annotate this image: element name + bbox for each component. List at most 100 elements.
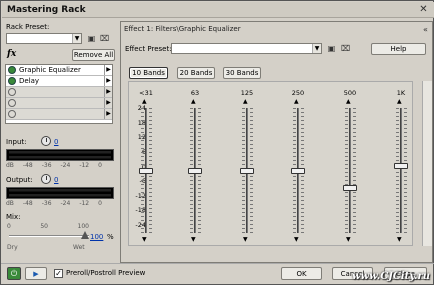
band-frequency-label: <31 [139,89,153,97]
power-icon[interactable] [8,66,16,74]
band-down-arrow-icon[interactable]: ▼ [142,236,147,243]
equalizer-scrollbar[interactable] [422,81,432,246]
band-slider-thumb[interactable] [394,162,408,169]
band-ticks [353,108,356,233]
output-meter-scale: dB -48 -36 -24 -12 0 [6,200,102,207]
watermark: www.CJCity.ru [351,271,430,282]
input-gain-value[interactable]: 0 [54,138,58,146]
band-slider-thumb[interactable] [188,167,202,174]
play-icon: ▶ [33,269,39,278]
band-slider-thumb[interactable] [139,167,153,174]
chevron-down-icon[interactable]: ▼ [72,34,81,43]
input-label: Input: [6,138,27,146]
output-gain-knob[interactable] [41,174,51,184]
effect-slot-1[interactable]: Graphic Equalizer ▶ [6,65,112,76]
chevron-right-icon[interactable]: ▶ [104,65,112,75]
mix-slider-track[interactable] [9,235,89,237]
eq-band-3: 250 ▲ ▼ [288,81,308,243]
mix-slider-thumb[interactable] [81,231,89,239]
band-ticks [404,108,407,233]
band-slider-thumb[interactable] [343,184,357,191]
eq-band-4: 500 ▲ ▼ [340,81,360,243]
save-preset-icon[interactable]: ▣ [327,44,336,53]
ok-button[interactable]: OK [281,267,322,280]
effect-preset-label: Effect Preset: [125,45,172,53]
band-up-arrow-icon[interactable]: ▲ [142,98,147,105]
chevron-right-icon[interactable]: ▶ [104,98,112,108]
thirty-bands-button[interactable]: 30 Bands [223,67,261,79]
effect-slot-4[interactable]: ▶ [6,98,112,109]
eq-band-2: 125 ▲ ▼ [237,81,257,243]
band-frequency-label: 1K [396,89,406,97]
band-down-arrow-icon[interactable]: ▼ [294,236,299,243]
band-frequency-label: 500 [343,89,357,97]
output-gain-value[interactable]: 0 [54,176,58,184]
chevron-right-icon[interactable]: ▶ [104,87,112,97]
window-title: Mastering Rack [7,5,86,15]
band-slider-track[interactable] [349,108,351,233]
band-down-arrow-icon[interactable]: ▼ [243,236,248,243]
wet-label: Wet [73,244,85,251]
twenty-bands-button[interactable]: 20 Bands [177,67,215,79]
output-level-meter [6,187,114,199]
band-up-arrow-icon[interactable]: ▲ [397,98,402,105]
mix-label: Mix: [6,213,21,221]
delete-preset-icon[interactable]: ⌧ [341,44,350,53]
rack-preset-combo[interactable]: ▼ [6,33,82,44]
power-icon[interactable] [8,88,16,96]
power-icon[interactable]: ⏻ [7,267,21,280]
band-slider-track[interactable] [400,108,402,233]
chevron-right-icon[interactable]: ▶ [104,76,112,86]
title-bar: Mastering Rack ✕ [2,2,434,18]
effect-slot-label: Delay [19,77,40,85]
band-up-arrow-icon[interactable]: ▲ [191,98,196,105]
effect-slot-2[interactable]: Delay ▶ [6,76,112,87]
preroll-checkbox[interactable]: ✓ [54,269,63,278]
band-frequency-label: 250 [291,89,305,97]
input-gain-knob[interactable] [41,136,51,146]
effect-slot-3[interactable]: ▶ [6,87,112,98]
ten-bands-button[interactable]: 10 Bands [129,67,168,79]
fx-icon: fx [7,49,17,59]
eq-band-1: 63 ▲ ▼ [185,81,205,243]
band-down-arrow-icon[interactable]: ▼ [346,236,351,243]
rack-preset-label: Rack Preset: [6,23,50,31]
band-up-arrow-icon[interactable]: ▲ [243,98,248,105]
band-slider-thumb[interactable] [240,167,254,174]
band-frequency-label: 63 [190,89,200,97]
power-icon[interactable] [8,99,16,107]
effect-slot-label: Graphic Equalizer [19,66,81,74]
band-slider-thumb[interactable] [291,167,305,174]
band-up-arrow-icon[interactable]: ▲ [346,98,351,105]
eq-band-5: 1K ▲ ▼ [391,81,411,243]
effects-list: Graphic Equalizer ▶ Delay ▶ ▶ ▶ ▶ [5,64,113,124]
chevron-down-icon[interactable]: ▼ [312,44,321,53]
play-button[interactable]: ▶ [25,267,47,280]
save-preset-icon[interactable]: ▣ [87,34,96,43]
mix-value[interactable]: 100 [90,233,103,241]
output-label: Output: [6,176,33,184]
band-frequency-label: 125 [240,89,254,97]
close-window-icon[interactable]: ✕ [417,4,430,16]
mix-unit: % [107,233,114,241]
band-down-arrow-icon[interactable]: ▼ [397,236,402,243]
mastering-rack-window: Mastering Rack ✕ Rack Preset: ▼ ▣ ⌧ fx R… [0,0,434,285]
eq-band-0: <31 ▲ ▼ [136,81,156,243]
mix-scale: 0 50 100 [7,223,89,230]
collapse-icon[interactable]: « [421,25,430,34]
chevron-right-icon[interactable]: ▶ [104,109,112,119]
remove-all-button[interactable]: Remove All [72,49,115,61]
delete-preset-icon[interactable]: ⌧ [100,34,109,43]
effect-title: Effect 1: Filters\Graphic Equalizer [124,25,241,33]
band-up-arrow-icon[interactable]: ▲ [294,98,299,105]
band-down-arrow-icon[interactable]: ▼ [191,236,196,243]
effect-preset-combo[interactable]: ▼ [171,43,322,54]
power-icon[interactable] [8,77,16,85]
power-icon[interactable] [8,110,16,118]
equalizer-graph [128,81,413,246]
help-button[interactable]: Help [371,43,426,55]
input-level-meter [6,149,114,161]
effect-slot-5[interactable]: ▶ [6,109,112,120]
preroll-label: Preroll/Postroll Preview [66,269,146,277]
dry-label: Dry [7,244,18,251]
